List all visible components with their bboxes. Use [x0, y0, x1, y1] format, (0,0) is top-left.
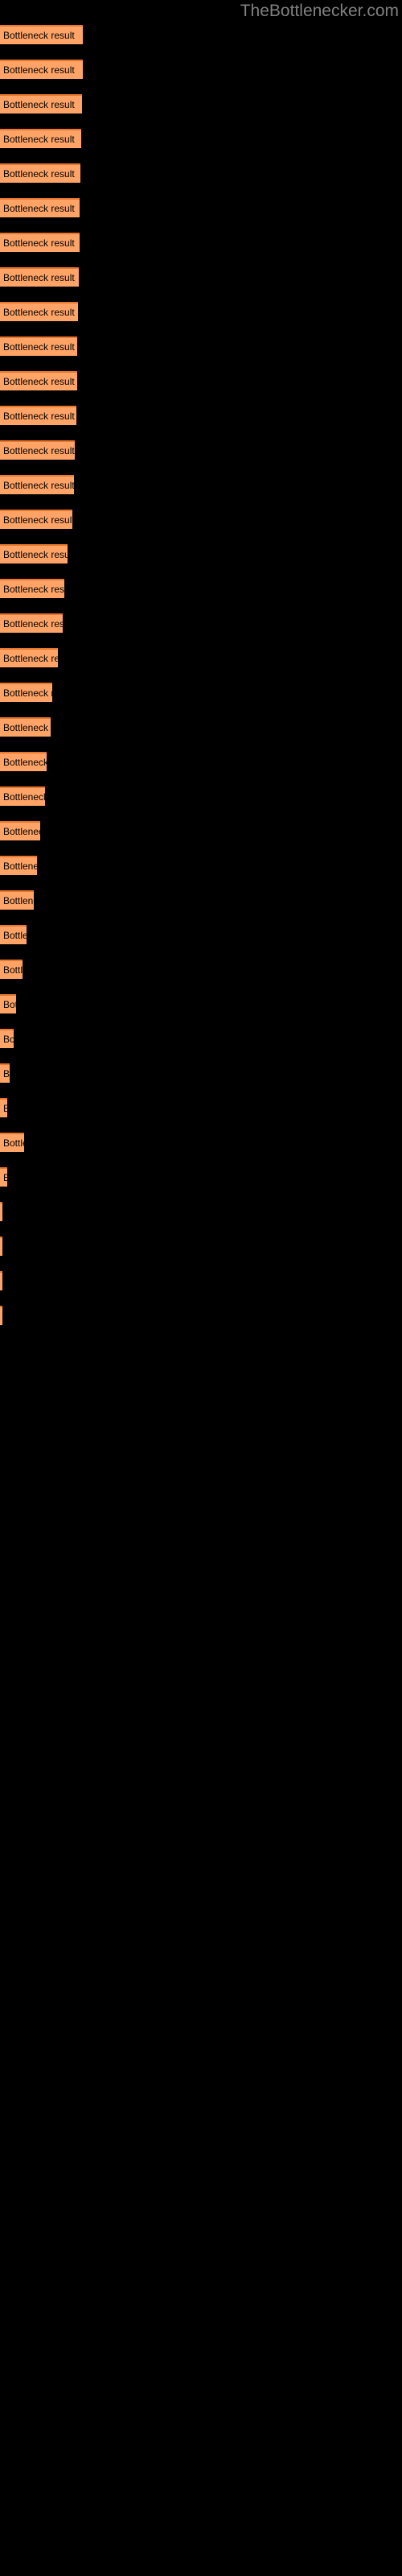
bar-label: Bottleneck result [3, 1100, 7, 1117]
bottleneck-result-bar[interactable]: Bottleneck result [0, 821, 40, 840]
bar-label: Bottleneck result [3, 791, 45, 803]
bottleneck-result-bar[interactable]: Bottleneck result [0, 1236, 2, 1256]
bar-label: Bottleneck result [3, 237, 75, 249]
bar-label: Bottleneck result [3, 757, 47, 768]
bottleneck-result-bar[interactable]: Bottleneck result [0, 94, 82, 114]
bar-label: Bottleneck result [3, 376, 75, 387]
bar-label: Bottleneck result [3, 272, 75, 283]
bottleneck-result-bar[interactable]: Bottleneck result [0, 960, 23, 979]
bottleneck-result-bar[interactable]: Bottleneck result [0, 1167, 7, 1187]
bar-label: Bottleneck result [3, 1169, 7, 1187]
bar-label: Bottleneck result [3, 1034, 14, 1045]
bottleneck-result-bar[interactable]: Bottleneck result [0, 786, 45, 806]
bottleneck-result-bar[interactable]: Bottleneck result [0, 60, 83, 79]
bottleneck-result-bar[interactable]: Bottleneck result [0, 717, 51, 737]
bottleneck-result-bar[interactable]: Bottleneck result [0, 648, 58, 667]
bottleneck-result-bar[interactable]: Bottleneck result [0, 856, 37, 875]
bottleneck-result-bar[interactable]: Bottleneck result [0, 475, 74, 494]
bottleneck-result-bar[interactable]: Bottleneck result [0, 1271, 2, 1290]
bottleneck-result-bar[interactable]: Bottleneck result [0, 163, 80, 183]
bottleneck-result-bar[interactable]: Bottleneck result [0, 994, 16, 1013]
bottleneck-result-bar[interactable]: Bottleneck result [0, 544, 68, 564]
bar-label: Bottleneck result [3, 480, 74, 491]
bottleneck-result-bar[interactable]: Bottleneck result [0, 683, 52, 702]
bar-label: Bottleneck result [3, 445, 75, 456]
bottleneck-result-bar[interactable]: Bottleneck result [0, 925, 27, 944]
bottleneck-result-bar[interactable]: Bottleneck result [0, 267, 79, 287]
bottleneck-result-bar[interactable]: Bottleneck result [0, 1029, 14, 1048]
bottleneck-result-bar[interactable]: Bottleneck result [0, 198, 80, 217]
bottleneck-result-bar[interactable]: Bottleneck result [0, 579, 64, 598]
bottleneck-result-bar[interactable]: Bottleneck result [0, 1133, 24, 1152]
bottleneck-result-bar[interactable]: Bottleneck result [0, 233, 80, 252]
bottleneck-result-bar[interactable]: Bottleneck result [0, 613, 63, 633]
bar-label: Bottleneck result [3, 514, 72, 526]
bottleneck-result-bar[interactable]: Bottleneck result [0, 302, 78, 321]
bottleneck-result-bar[interactable]: Bottleneck result [0, 406, 76, 425]
bottleneck-result-bar[interactable]: Bottleneck result [0, 440, 75, 460]
bar-label: Bottleneck result [3, 895, 34, 906]
bar-label: Bottleneck result [3, 411, 75, 422]
bar-label: Bottleneck result [3, 653, 58, 664]
bottleneck-result-bar[interactable]: Bottleneck result [0, 1063, 10, 1083]
bottleneck-result-bar[interactable]: Bottleneck result [0, 1202, 2, 1221]
bar-label: Bottleneck result [3, 64, 75, 76]
bar-label: Bottleneck result [3, 687, 52, 699]
bar-label: Bottleneck result [3, 30, 75, 41]
bottleneck-result-bar[interactable]: Bottleneck result [0, 336, 77, 356]
bar-label: Bottleneck result [3, 341, 75, 353]
bottleneck-result-bar[interactable]: Bottleneck result [0, 510, 72, 529]
bottleneck-result-bar[interactable]: Bottleneck result [0, 129, 81, 148]
bottleneck-result-bar[interactable]: Bottleneck result [0, 25, 83, 44]
bottleneck-bar-chart: Bottleneck result Bottleneck result Bottle… [0, 0, 402, 2576]
bottleneck-result-bar[interactable]: Bottleneck result [0, 890, 34, 910]
bar-label: Bottleneck result [3, 826, 40, 837]
bar-label: Bottleneck result [3, 168, 75, 180]
bottleneck-result-bar[interactable]: Bottleneck result [0, 1306, 2, 1325]
bar-label: Bottleneck result [3, 99, 75, 110]
bar-label: Bottleneck result [3, 999, 16, 1010]
bottleneck-result-bar[interactable]: Bottleneck result [0, 1098, 7, 1117]
bottleneck-result-bar[interactable]: Bottleneck result [0, 371, 77, 390]
bar-label: Bottleneck result [3, 1137, 24, 1149]
bar-label: Bottleneck result [3, 930, 27, 941]
bar-label: Bottleneck result [3, 618, 63, 630]
bar-label: Bottleneck result [3, 549, 68, 560]
bar-label: Bottleneck result [3, 134, 75, 145]
bar-label: Bottleneck result [3, 1068, 10, 1080]
bar-label: Bottleneck result [3, 307, 75, 318]
bar-label: Bottleneck result [3, 964, 23, 976]
bar-label: Bottleneck result [3, 203, 75, 214]
bottleneck-result-bar[interactable]: Bottleneck result [0, 752, 47, 771]
bar-label: Bottleneck result [3, 861, 37, 872]
bar-label: Bottleneck result [3, 584, 64, 595]
bar-label: Bottleneck result [3, 722, 51, 733]
